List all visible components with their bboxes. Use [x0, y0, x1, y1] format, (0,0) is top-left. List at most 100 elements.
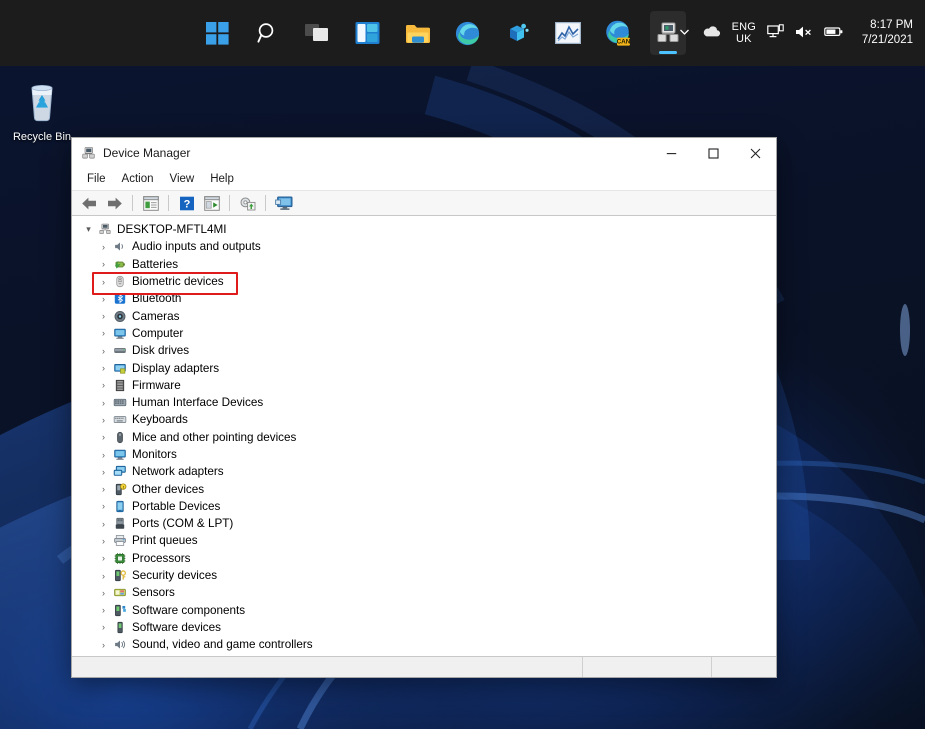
onedrive-button[interactable] [702, 25, 721, 41]
minimize-button[interactable] [650, 138, 692, 168]
tree-node-ports-com-lpt[interactable]: › Ports (COM & LPT) [72, 515, 776, 532]
menu-help[interactable]: Help [203, 171, 241, 187]
chevron-right-icon[interactable]: › [96, 363, 111, 373]
tree-node-other-devices[interactable]: ›! Other devices [72, 480, 776, 497]
monitor-icon [274, 196, 292, 210]
chevron-right-icon[interactable]: › [96, 553, 111, 563]
tree-node-computer[interactable]: › Computer [72, 325, 776, 342]
tree-node-label: Sound, video and game controllers [132, 638, 313, 652]
close-button[interactable] [734, 138, 776, 168]
forward-button[interactable] [103, 193, 126, 214]
chevron-right-icon[interactable]: › [96, 380, 111, 390]
file-explorer-button[interactable] [400, 11, 436, 55]
tree-node-sensors[interactable]: › Sensors [72, 584, 776, 601]
edge-button[interactable] [450, 11, 486, 55]
tree-node-processors[interactable]: › Processors [72, 550, 776, 567]
desktop-icon-recycle-bin[interactable]: Recycle Bin [6, 78, 78, 143]
tree-node-security-devices[interactable]: › Security devices [72, 567, 776, 584]
tree-node-human-interface-devices[interactable]: › Human Interface Devices [72, 394, 776, 411]
tree-node-display-adapters[interactable]: › Display adapters [72, 359, 776, 376]
tree-node-root[interactable]: ▾ DESKTOP-MFTL4MI [72, 221, 776, 238]
tree-node-software-devices[interactable]: › Software devices [72, 619, 776, 636]
start-button[interactable] [200, 11, 236, 55]
chevron-right-icon[interactable]: › [96, 484, 111, 494]
chevron-right-icon[interactable]: › [96, 536, 111, 546]
chevron-right-icon[interactable]: › [96, 346, 111, 356]
back-arrow-icon [82, 197, 96, 209]
menu-file[interactable]: File [80, 171, 113, 187]
tree-node-mice-and-other-pointing-devices[interactable]: › Mice and other pointing devices [72, 429, 776, 446]
window-titlebar[interactable]: Device Manager [72, 138, 776, 168]
taskbar-icons: CAN [200, 11, 686, 55]
update-driver-icon [240, 197, 256, 210]
chevron-right-icon[interactable]: › [96, 259, 111, 269]
chart-app-button[interactable] [550, 11, 586, 55]
chevron-right-icon[interactable]: › [96, 398, 111, 408]
chevron-right-icon[interactable]: › [96, 501, 111, 511]
port-icon [111, 517, 129, 530]
chevron-right-icon[interactable]: › [96, 467, 111, 477]
volume-button[interactable] [795, 25, 813, 42]
language-indicator[interactable]: ENG UK [732, 21, 756, 45]
status-pane-2 [582, 657, 711, 677]
tree-node-keyboards[interactable]: › Keyboards [72, 411, 776, 428]
widgets-button[interactable] [350, 11, 386, 55]
tray-chevron-button[interactable] [678, 25, 691, 41]
store-button[interactable] [500, 11, 536, 55]
tree-node-firmware[interactable]: › Firmware [72, 377, 776, 394]
menu-action[interactable]: Action [115, 171, 161, 187]
menu-view[interactable]: View [163, 171, 202, 187]
tree-node-label: Keyboards [132, 413, 188, 427]
show-hidden-devices-button[interactable] [272, 193, 295, 214]
tree-node-biometric-devices[interactable]: › Biometric devices [72, 273, 776, 290]
help-button[interactable]: ? [175, 193, 198, 214]
battery-button[interactable] [824, 25, 844, 41]
chevron-right-icon[interactable]: › [96, 432, 111, 442]
tree-node-audio-inputs-and-outputs[interactable]: › Audio inputs and outputs [72, 238, 776, 255]
chevron-right-icon[interactable]: › [96, 415, 111, 425]
search-button[interactable] [250, 11, 286, 55]
software-component-icon [111, 604, 129, 617]
properties-button[interactable] [139, 193, 162, 214]
fingerprint-icon [111, 275, 129, 288]
tree-node-batteries[interactable]: › Batteries [72, 256, 776, 273]
tree-node-label: Sensors [132, 586, 175, 600]
update-driver-button[interactable] [236, 193, 259, 214]
chevron-right-icon[interactable]: › [96, 328, 111, 338]
scan-hardware-button[interactable] [200, 193, 223, 214]
chevron-right-icon[interactable]: › [96, 640, 111, 650]
language-primary: ENG [731, 21, 756, 33]
tree-node-bluetooth[interactable]: › Bluetooth [72, 290, 776, 307]
back-button[interactable] [78, 193, 101, 214]
tree-node-portable-devices[interactable]: › Portable Devices [72, 498, 776, 515]
tree-node-network-adapters[interactable]: › Network adapters [72, 463, 776, 480]
network-button[interactable] [767, 24, 784, 42]
chevron-right-icon[interactable]: › [96, 311, 111, 321]
tree-node-label: Mice and other pointing devices [132, 430, 297, 444]
chevron-right-icon[interactable]: › [96, 294, 111, 304]
chevron-right-icon[interactable]: › [96, 571, 111, 581]
edge-canary-button[interactable]: CAN [600, 11, 636, 55]
chevron-right-icon[interactable]: › [96, 242, 111, 252]
chevron-right-icon[interactable]: › [96, 605, 111, 615]
chevron-right-icon[interactable]: › [96, 588, 111, 598]
tree-node-print-queues[interactable]: › Print queues [72, 532, 776, 549]
chevron-right-icon[interactable]: › [96, 519, 111, 529]
chevron-right-icon[interactable]: › [96, 450, 111, 460]
task-view-button[interactable] [300, 11, 336, 55]
chevron-down-icon[interactable]: ▾ [81, 224, 96, 235]
tree-node-cameras[interactable]: › Cameras [72, 307, 776, 324]
tree-node-disk-drives[interactable]: › Disk drives [72, 342, 776, 359]
device-manager-window: Device Manager File Action View Help ? ▾… [71, 137, 777, 678]
maximize-button[interactable] [692, 138, 734, 168]
chevron-right-icon[interactable]: › [96, 622, 111, 632]
tree-node-software-components[interactable]: › Software components [72, 602, 776, 619]
clock[interactable]: 8:17 PM 7/21/2021 [855, 18, 913, 48]
tree-node-monitors[interactable]: › Monitors [72, 446, 776, 463]
device-tree[interactable]: ▾ DESKTOP-MFTL4MI › Audio inputs and outp… [72, 216, 776, 657]
toolbar: ? [72, 190, 776, 216]
tree-node-sound-video-and-game-controllers[interactable]: › Sound, video and game controllers [72, 636, 776, 653]
chevron-right-icon[interactable]: › [96, 277, 111, 287]
hid-icon [111, 396, 129, 409]
scan-icon [203, 195, 220, 211]
